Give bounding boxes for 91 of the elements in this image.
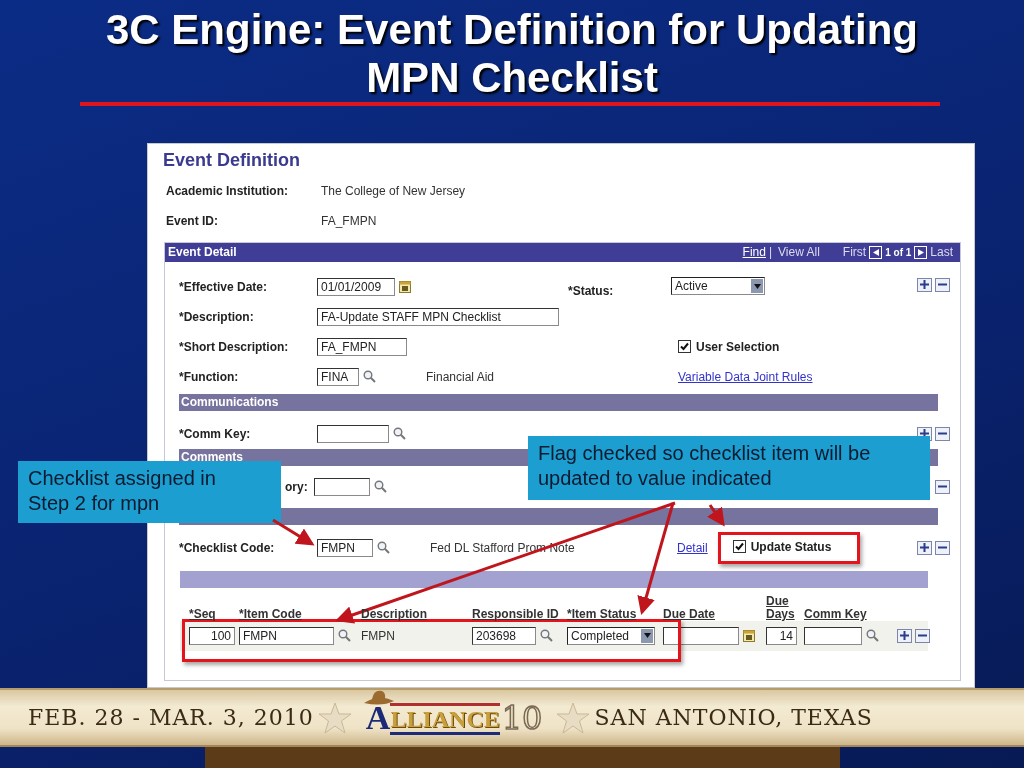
delete-row-button[interactable]	[915, 628, 930, 643]
plus-icon	[920, 429, 929, 439]
check-icon	[734, 542, 744, 552]
search-icon[interactable]	[393, 427, 406, 441]
callout: Checklist assigned in Step 2 for mpn	[18, 461, 281, 523]
search-icon[interactable]	[363, 370, 376, 384]
first-label: First	[842, 245, 867, 260]
plus-icon	[920, 543, 929, 553]
days-field[interactable]: 14	[766, 626, 797, 645]
field-label: Event ID:	[166, 213, 219, 228]
detail-link[interactable]: Detail	[677, 540, 708, 555]
search-icon[interactable]	[377, 541, 390, 555]
last-label: Last	[930, 245, 953, 260]
right-arrow-icon	[917, 248, 924, 256]
column-header[interactable]: Description	[359, 607, 470, 621]
add-row-button[interactable]	[917, 540, 932, 555]
star-icon	[556, 700, 591, 735]
caret-icon	[643, 633, 651, 639]
caret-icon	[753, 283, 761, 289]
slide-title: 3C Engine: Event Definition for Updating MPN Checklist	[105, 6, 919, 102]
field-label: *Function:	[179, 369, 240, 384]
arrow	[707, 504, 725, 527]
search-icon[interactable]	[338, 629, 351, 643]
date-field[interactable]	[663, 626, 739, 645]
delete-row-button[interactable]	[935, 479, 950, 494]
row-count: 1 of 1	[885, 246, 912, 258]
checkbox[interactable]: Update Status	[732, 539, 832, 554]
rules-link[interactable]: Variable Data Joint Rules	[678, 369, 813, 384]
delete-row-button[interactable]	[935, 277, 950, 292]
event-dates: FEB. 28 - MAR. 3, 2010	[28, 705, 314, 731]
column-header[interactable]: *Item Status	[565, 607, 660, 621]
column-header[interactable]: *Seq	[180, 607, 237, 621]
column-header[interactable]: Due Days	[762, 594, 802, 621]
callout: Flag checked so checklist item will be updated to value indicated	[528, 436, 930, 500]
find-link[interactable]: Find	[742, 245, 766, 260]
text-field[interactable]: FA_FMPN	[317, 337, 407, 356]
field-label: *Effective Date:	[179, 279, 269, 294]
delete-row-button[interactable]	[935, 540, 950, 555]
delete-row-button[interactable]	[935, 426, 950, 441]
text-field[interactable]	[313, 477, 370, 496]
calendar-icon[interactable]	[743, 629, 755, 642]
column-header[interactable]: Responsible ID	[470, 607, 565, 621]
seq-field[interactable]: 100	[189, 626, 235, 645]
checkbox[interactable]: User Selection	[678, 339, 780, 354]
column-header[interactable]: Due Date	[660, 607, 762, 621]
status-dropdown[interactable]: Completed	[567, 626, 655, 645]
field-label: *Checklist Code:	[179, 540, 276, 555]
view-all-link[interactable]: View All	[778, 245, 820, 260]
arrow	[272, 518, 315, 546]
next-button[interactable]	[914, 245, 928, 259]
field-label: *Description:	[179, 309, 255, 324]
calendar-icon[interactable]	[399, 280, 411, 293]
left-arrow-icon	[872, 248, 879, 256]
text-field[interactable]: FINA	[317, 367, 359, 386]
field-label: *Comm Key:	[179, 426, 252, 441]
separator: |	[768, 245, 773, 260]
field-value: The College of New Jersey	[321, 183, 466, 198]
add-row-button[interactable]	[897, 628, 912, 643]
column-header[interactable]: *Item Code	[237, 607, 359, 621]
search-icon[interactable]	[866, 629, 879, 643]
logo-text: LLIANCE	[390, 702, 500, 735]
check-icon	[680, 342, 689, 352]
star-icon	[317, 700, 352, 735]
status-dropdown[interactable]: Active	[671, 277, 765, 296]
field-label: ory:	[285, 479, 309, 494]
table-cell: FMPN	[361, 628, 395, 643]
field-label: Academic Institution:	[166, 183, 289, 198]
add-row-button[interactable]	[917, 277, 932, 292]
text-field[interactable]	[804, 626, 862, 645]
text-field[interactable]	[317, 424, 389, 443]
text-field[interactable]: FMPN	[317, 538, 373, 557]
section-header: Communications	[179, 393, 938, 411]
text-field[interactable]: FMPN	[239, 626, 334, 645]
page-title: Event Definition	[163, 149, 301, 172]
field-value: FA_FMPN	[321, 213, 377, 228]
field-value: Financial Aid	[426, 369, 495, 384]
column-header[interactable]: Comm Key	[802, 607, 892, 621]
section-title: Event Detail	[168, 245, 238, 260]
search-icon[interactable]	[540, 629, 553, 643]
plus-icon	[900, 631, 909, 641]
logo-number: 10	[501, 700, 543, 735]
field-label: *Status:	[568, 283, 615, 298]
text-field[interactable]: FA-Update STAFF MPN Checklist	[317, 307, 559, 326]
date-field[interactable]: 01/01/2009	[317, 277, 395, 296]
field-label: *Short Description:	[179, 339, 290, 354]
previous-button[interactable]	[869, 245, 883, 259]
plus-icon	[920, 280, 929, 290]
event-location: SAN ANTONIO, TEXAS	[594, 705, 873, 731]
logo-text: A	[365, 700, 391, 735]
search-icon[interactable]	[373, 480, 387, 494]
text-field[interactable]: 203698	[472, 626, 536, 645]
